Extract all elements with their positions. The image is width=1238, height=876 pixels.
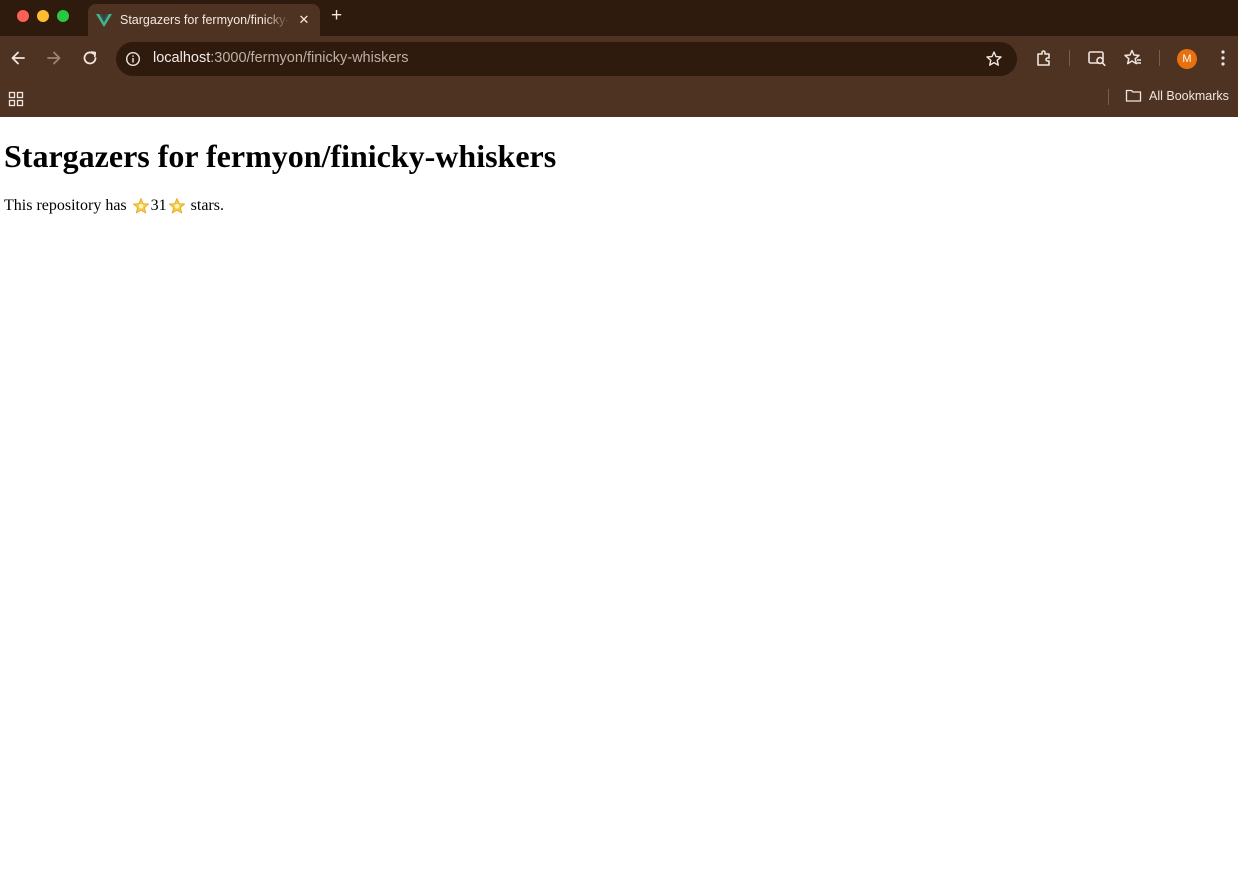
glowing-star-icon xyxy=(132,197,149,214)
browser-toolbar: localhost:3000/fermyon/finicky-whiskers xyxy=(0,36,1238,81)
menu-icon[interactable] xyxy=(1213,48,1233,68)
close-window-button[interactable] xyxy=(17,10,29,22)
close-icon[interactable]: ✕ xyxy=(296,12,312,28)
all-bookmarks-button[interactable]: All Bookmarks xyxy=(1125,88,1229,103)
forward-icon[interactable] xyxy=(44,48,64,68)
page-content: Stargazers for fermyon/finicky-whiskers … xyxy=(0,138,1238,215)
tab-strip: Stargazers for fermyon/finicky-whiskers … xyxy=(0,0,1238,36)
url-text[interactable]: localhost:3000/fermyon/finicky-whiskers xyxy=(153,50,408,66)
url-host: localhost xyxy=(153,50,211,66)
profile-avatar[interactable]: M xyxy=(1177,49,1197,69)
glowing-star-icon xyxy=(168,197,185,214)
star-count-sentence: This repository has 31 stars. xyxy=(4,197,1238,215)
active-tab[interactable]: Stargazers for fermyon/finicky-whiskers … xyxy=(88,4,320,36)
reload-icon[interactable] xyxy=(80,48,100,68)
sentence-suffix: stars. xyxy=(186,197,224,214)
toolbar-divider xyxy=(1069,50,1070,66)
minimize-window-button[interactable] xyxy=(37,10,49,22)
back-icon[interactable] xyxy=(8,48,28,68)
reading-list-icon[interactable] xyxy=(1123,48,1143,68)
apps-icon[interactable] xyxy=(8,91,24,107)
maximize-window-button[interactable] xyxy=(57,10,69,22)
site-info-icon[interactable] xyxy=(125,51,141,67)
address-bar[interactable]: localhost:3000/fermyon/finicky-whiskers xyxy=(116,42,1017,76)
star-count: 31 xyxy=(150,197,167,214)
sentence-prefix: This repository has xyxy=(4,197,131,214)
all-bookmarks-label: All Bookmarks xyxy=(1149,88,1229,103)
new-tab-icon[interactable]: + xyxy=(331,6,342,26)
tab-title: Stargazers for fermyon/finicky-whiskers xyxy=(120,13,290,27)
bookmarks-bar: All Bookmarks xyxy=(0,81,1238,117)
page-title: Stargazers for fermyon/finicky-whiskers xyxy=(4,138,557,174)
folder-icon xyxy=(1125,89,1142,102)
extensions-icon[interactable] xyxy=(1034,48,1054,68)
url-path: :3000/fermyon/finicky-whiskers xyxy=(210,50,409,66)
vue-favicon xyxy=(96,14,112,27)
toolbar-divider xyxy=(1159,50,1160,66)
bookmark-star-icon[interactable] xyxy=(985,50,1003,68)
tab-search-icon[interactable] xyxy=(1087,48,1107,68)
window-controls xyxy=(17,10,69,22)
bookmarks-divider xyxy=(1108,89,1109,105)
